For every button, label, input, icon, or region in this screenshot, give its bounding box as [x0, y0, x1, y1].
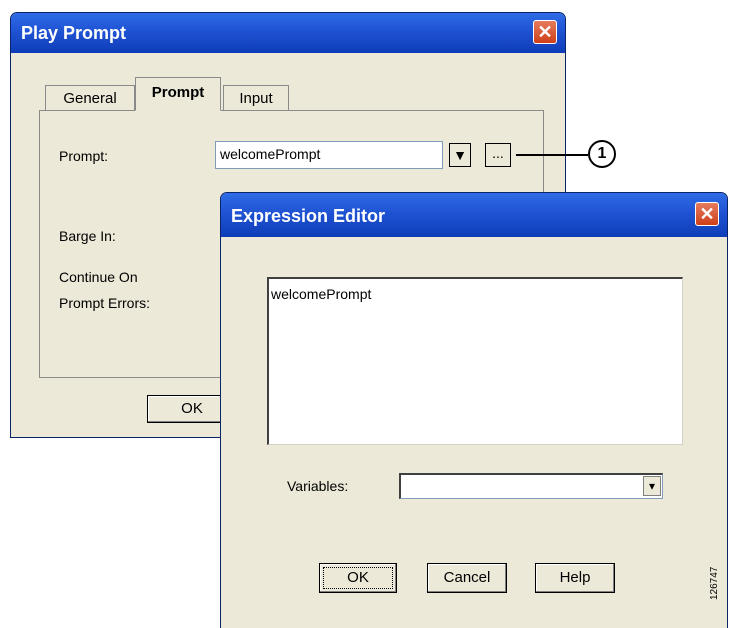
variables-dropdown-button[interactable]: ▾ [643, 476, 661, 496]
chevron-down-icon: ▼ [453, 147, 467, 163]
close-icon: ✕ [699, 204, 715, 224]
window-title: Play Prompt [21, 23, 127, 43]
expression-textarea[interactable]: welcomePrompt [267, 277, 683, 445]
expression-text: welcomePrompt [271, 286, 372, 302]
prompt-input[interactable]: welcomePrompt [215, 141, 443, 169]
callout-line [516, 154, 588, 156]
callout-number: 1 [597, 145, 607, 162]
callout-marker: 1 [588, 140, 616, 168]
window-title: Expression Editor [231, 206, 386, 226]
chevron-down-icon: ▾ [648, 479, 656, 493]
prompt-dropdown-button[interactable]: ▼ [449, 143, 471, 167]
close-icon: ✕ [537, 22, 553, 42]
expression-editor-titlebar[interactable]: Expression Editor [221, 193, 727, 237]
play-prompt-titlebar[interactable]: Play Prompt [11, 13, 565, 53]
variables-label: Variables: [287, 478, 349, 494]
variables-select[interactable]: ▾ [399, 473, 663, 499]
cancel-button[interactable]: Cancel [427, 563, 507, 593]
expression-editor-window: Expression Editor ✕ welcomePrompt Variab… [220, 192, 728, 628]
ok-button[interactable]: OK [319, 563, 397, 593]
help-button[interactable]: Help [535, 563, 615, 593]
close-button[interactable]: ✕ [695, 202, 719, 226]
barge-in-label: Barge In: [59, 228, 116, 244]
tab-general[interactable]: General [45, 85, 135, 110]
tab-prompt[interactable]: Prompt [135, 77, 221, 111]
prompt-errors-label: Prompt Errors: [59, 295, 151, 311]
tab-input[interactable]: Input [223, 85, 289, 110]
expression-editor-button[interactable]: ... [485, 143, 511, 167]
close-button[interactable]: ✕ [533, 20, 557, 44]
ellipsis-label: ... [492, 145, 504, 161]
continue-on-label: Continue On [59, 269, 138, 285]
prompt-label: Prompt: [59, 148, 109, 164]
figure-id: 126747 [709, 566, 720, 600]
